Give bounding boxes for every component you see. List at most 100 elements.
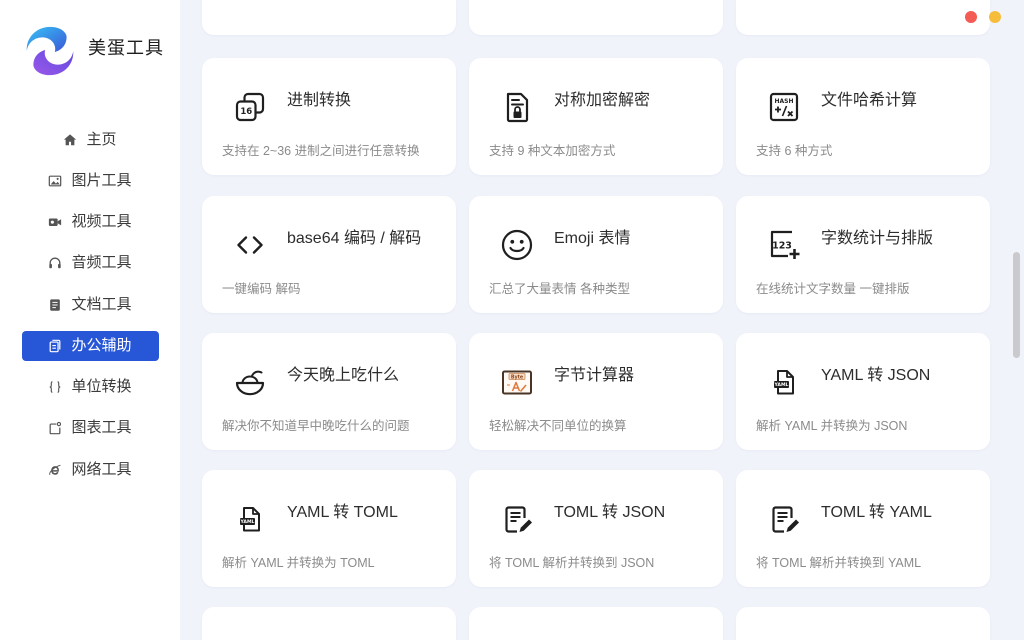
video-camera-icon	[48, 215, 62, 229]
tool-description: 支持在 2~36 进制之间进行任意转换	[222, 144, 420, 158]
tool-title: TOML 转 YAML	[821, 504, 932, 521]
tool-card-number-base[interactable]: 16 进制转换 支持在 2~36 进制之间进行任意转换	[202, 58, 456, 175]
tool-title: Emoji 表情	[554, 230, 631, 247]
code-brackets-icon	[233, 228, 267, 262]
sidebar-item-pill[interactable]: 图片工具	[22, 166, 159, 196]
sidebar-item-network-tools[interactable]: 网络工具	[0, 449, 180, 490]
tool-title: TOML 转 JSON	[554, 504, 666, 521]
tool-card-partial[interactable]	[736, 607, 990, 640]
bowl-icon	[233, 365, 267, 399]
tool-title: 文件哈希计算	[821, 92, 918, 109]
tool-title: YAML 转 TOML	[287, 504, 398, 521]
tool-description: 汇总了大量表情 各种类型	[489, 282, 630, 296]
sidebar-item-home[interactable]: 主页	[0, 119, 180, 160]
sidebar-item-label: 主页	[86, 130, 117, 148]
yaml-file-icon-label: YAML	[240, 519, 255, 525]
tools-grid: 16 进制转换 支持在 2~36 进制之间进行任意转换 对称加密解密 支持 9 …	[180, 0, 1024, 640]
tool-description: 一键编码 解码	[222, 282, 301, 296]
close-button[interactable]	[965, 11, 977, 23]
yaml-file-icon: YAML	[767, 365, 801, 399]
scrollbar-thumb[interactable]	[1013, 252, 1020, 358]
app-logo	[21, 22, 79, 80]
sidebar-item-pill[interactable]: 单位转换	[22, 372, 159, 402]
tool-description: 支持 9 种文本加密方式	[489, 144, 616, 158]
tool-card-toml-to-json[interactable]: TOML 转 JSON 将 TOML 解析并转换到 JSON	[469, 470, 723, 587]
tool-title: base64 编码 / 解码	[287, 230, 422, 247]
tool-card-word-count[interactable]: 123 字数统计与排版 在线统计文字数量 一键排版	[736, 196, 990, 313]
sidebar-item-label: 图片工具	[71, 171, 132, 189]
braces-icon	[48, 380, 62, 394]
tool-description: 将 TOML 解析并转换到 JSON	[489, 556, 655, 570]
tool-description: 在线统计文字数量 一键排版	[756, 282, 910, 296]
chart-icon	[48, 421, 62, 435]
sidebar-item-label: 文档工具	[71, 295, 132, 313]
lock-document-icon	[500, 90, 534, 124]
sidebar-nav: 主页 图片工具 视频工具 音频工具 文档工具 办公辅助 单位转换 图表工具 网络…	[0, 119, 180, 490]
sidebar-item-label: 视频工具	[71, 213, 132, 231]
tool-card-file-hash[interactable]: HASH 文件哈希计算 支持 6 种方式	[736, 58, 990, 175]
tool-description: 解析 YAML 并转换为 TOML	[222, 556, 375, 570]
tool-card-symmetric-encryption[interactable]: 对称加密解密 支持 9 种文本加密方式	[469, 58, 723, 175]
hash-icon: HASH	[767, 90, 801, 124]
tool-card-toml-to-yaml[interactable]: TOML 转 YAML 将 TOML 解析并转换到 YAML	[736, 470, 990, 587]
tool-card-yaml-to-toml[interactable]: YAML YAML 转 TOML 解析 YAML 并转换为 TOML	[202, 470, 456, 587]
tool-card-emoji[interactable]: Emoji 表情 汇总了大量表情 各种类型	[469, 196, 723, 313]
yaml-file-icon-label: YAML	[774, 382, 789, 388]
sidebar-item-pill[interactable]: 文档工具	[22, 290, 159, 320]
sidebar-item-office-assist[interactable]: 办公辅助	[0, 325, 180, 366]
byte-calculator-icon-label: Byte	[511, 374, 524, 380]
tool-title: 字节计算器	[554, 367, 635, 384]
word-count-icon: 123	[767, 228, 801, 262]
tool-card-partial[interactable]	[736, 0, 990, 35]
headphones-icon	[48, 256, 62, 270]
sidebar-item-pill[interactable]: 图表工具	[22, 413, 159, 443]
tool-card-partial[interactable]	[202, 607, 456, 640]
sidebar: 美蛋工具 主页 图片工具 视频工具 音频工具 文档工具 办公辅助 单位转换 图表…	[0, 0, 180, 640]
tool-description: 将 TOML 解析并转换到 YAML	[756, 556, 922, 570]
home-icon	[63, 133, 77, 147]
sidebar-item-unit-conversion[interactable]: 单位转换	[0, 367, 180, 408]
sidebar-item-label: 办公辅助	[71, 336, 132, 354]
tool-card-partial[interactable]	[469, 0, 723, 35]
sidebar-item-audio-tools[interactable]: 音频工具	[0, 243, 180, 284]
tool-title: YAML 转 JSON	[821, 367, 931, 384]
tool-card-base64[interactable]: base64 编码 / 解码 一键编码 解码	[202, 196, 456, 313]
word-count-icon-label: 123	[772, 241, 792, 252]
sidebar-item-video-tools[interactable]: 视频工具	[0, 202, 180, 243]
tool-description: 支持 6 种方式	[756, 144, 833, 158]
number-base-icon-label: 16	[240, 107, 252, 117]
sidebar-item-image-tools[interactable]: 图片工具	[0, 160, 180, 201]
tool-title: 字数统计与排版	[821, 230, 934, 247]
tool-card-partial[interactable]	[202, 0, 456, 35]
sidebar-item-label: 图表工具	[71, 419, 132, 437]
number-base-icon: 16	[233, 90, 267, 124]
tool-description: 解决你不知道早中晚吃什么的问题	[222, 419, 410, 433]
browser-e-icon	[48, 463, 62, 477]
edit-document-icon	[767, 502, 801, 536]
tool-description: 解析 YAML 并转换为 JSON	[756, 419, 908, 433]
app-name: 美蛋工具	[88, 38, 164, 58]
sidebar-item-label: 音频工具	[71, 254, 132, 272]
tool-card-yaml-to-json[interactable]: YAML YAML 转 JSON 解析 YAML 并转换为 JSON	[736, 333, 990, 450]
minimize-button[interactable]	[989, 11, 1001, 23]
tool-title: 对称加密解密	[554, 92, 651, 109]
sidebar-item-pill[interactable]: 办公辅助	[21, 330, 159, 361]
sidebar-item-document-tools[interactable]: 文档工具	[0, 284, 180, 325]
hash-icon-label: HASH	[774, 98, 793, 105]
image-icon	[48, 174, 62, 188]
sidebar-item-pill[interactable]: 主页	[22, 125, 159, 155]
byte-calculator-icon: Byte	[500, 365, 534, 399]
sidebar-item-pill[interactable]: 音频工具	[22, 248, 159, 278]
sidebar-item-pill[interactable]: 网络工具	[22, 455, 159, 485]
tool-title: 进制转换	[287, 92, 352, 109]
tool-card-partial[interactable]	[469, 607, 723, 640]
yaml-file-icon: YAML	[233, 502, 267, 536]
tool-title: 今天晚上吃什么	[287, 367, 400, 384]
sidebar-item-chart-tools[interactable]: 图表工具	[0, 408, 180, 449]
sidebar-item-label: 单位转换	[71, 378, 132, 396]
sidebar-item-pill[interactable]: 视频工具	[22, 207, 159, 237]
tool-card-dinner-picker[interactable]: 今天晚上吃什么 解决你不知道早中晚吃什么的问题	[202, 333, 456, 450]
edit-document-icon	[500, 502, 534, 536]
sidebar-item-label: 网络工具	[71, 460, 132, 478]
tool-card-byte-calculator[interactable]: Byte 字节计算器 轻松解决不同单位的换算	[469, 333, 723, 450]
